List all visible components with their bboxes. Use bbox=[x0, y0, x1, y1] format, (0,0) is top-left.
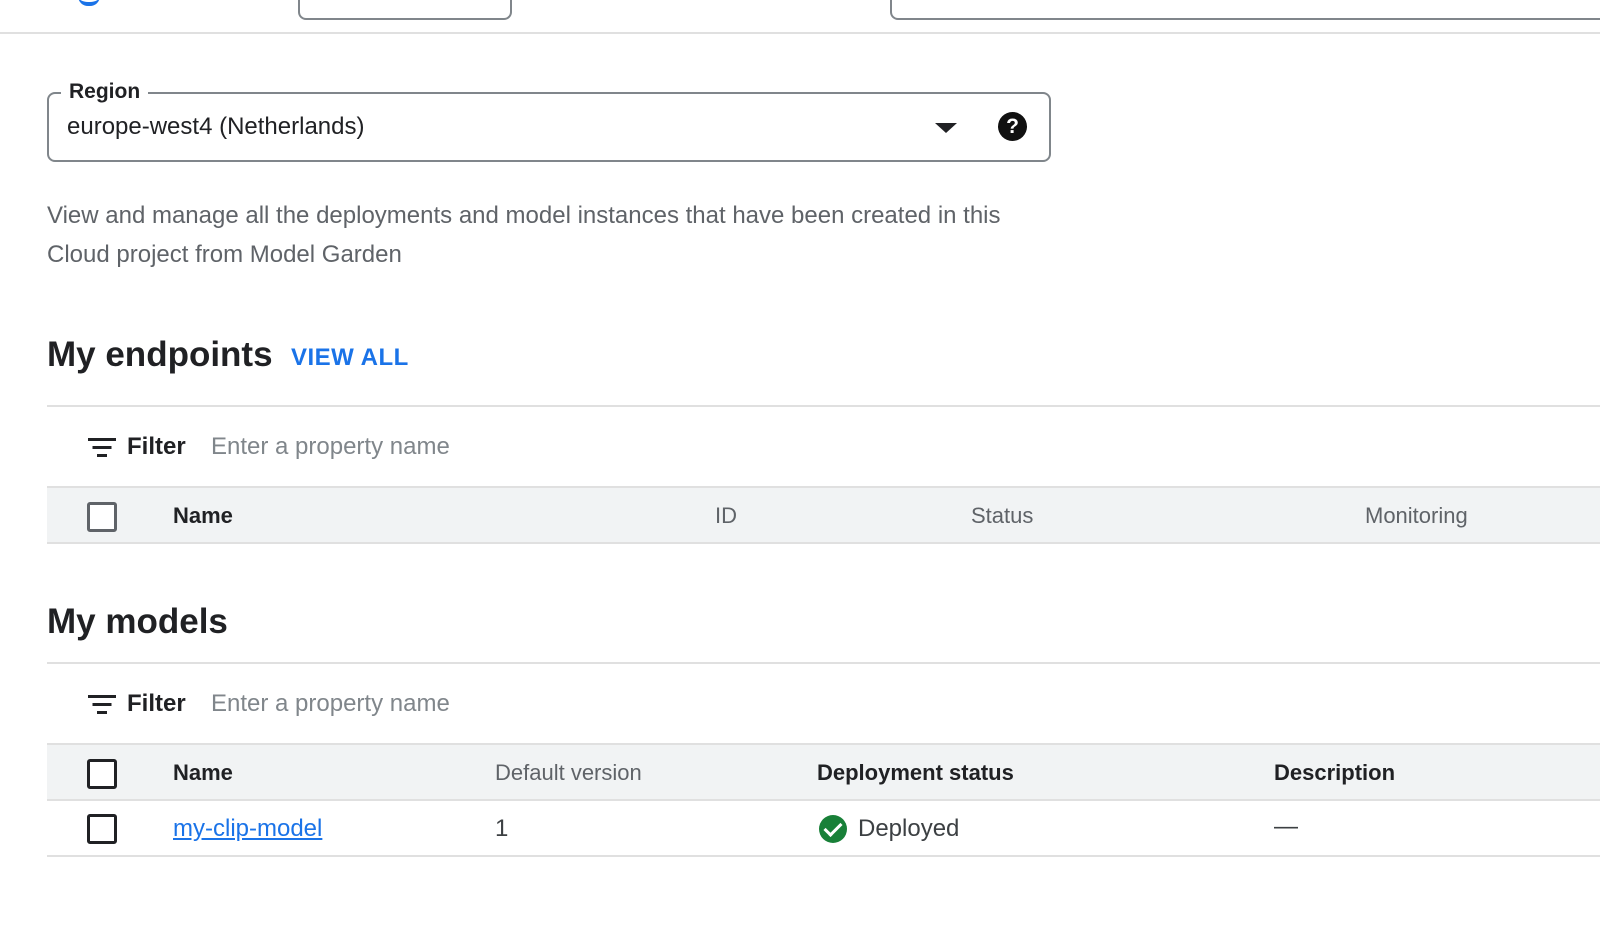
filter-label[interactable]: Filter bbox=[127, 432, 186, 462]
top-field-right[interactable] bbox=[890, 0, 1600, 20]
endpoints-filter-bar: Filter bbox=[47, 408, 1600, 486]
row-checkbox[interactable] bbox=[87, 814, 117, 844]
filter-icon[interactable] bbox=[88, 695, 116, 715]
default-version-value: 1 bbox=[495, 815, 509, 842]
chevron-down-icon[interactable] bbox=[935, 123, 957, 133]
page-description: View and manage all the deployments and … bbox=[47, 202, 1001, 268]
top-toolbar bbox=[0, 0, 1600, 34]
endpoints-table-header: Name ID Status Monitoring bbox=[47, 486, 1600, 544]
column-header-default-version[interactable]: Default version bbox=[495, 759, 642, 787]
column-header-status[interactable]: Status bbox=[971, 502, 1033, 530]
endpoints-title: My endpoints bbox=[47, 335, 273, 374]
active-tab-indicator bbox=[78, 0, 100, 6]
table-row: my-clip-model 1 Deployed — bbox=[47, 801, 1600, 857]
filter-label[interactable]: Filter bbox=[127, 689, 186, 719]
models-table-header: Name Default version Deployment status D… bbox=[47, 743, 1600, 801]
region-select[interactable]: Region europe-west4 (Netherlands) ? bbox=[47, 78, 1051, 162]
models-title: My models bbox=[47, 602, 228, 641]
help-icon[interactable]: ? bbox=[998, 112, 1027, 141]
model-name-link[interactable]: my-clip-model bbox=[173, 814, 322, 844]
models-filter-bar: Filter bbox=[47, 665, 1600, 743]
endpoints-filter-input[interactable] bbox=[211, 430, 811, 464]
column-header-name[interactable]: Name bbox=[173, 502, 233, 530]
filter-icon[interactable] bbox=[88, 438, 116, 458]
column-header-deployment-status[interactable]: Deployment status bbox=[817, 759, 1014, 787]
view-all-endpoints-link[interactable]: VIEW ALL bbox=[291, 343, 409, 373]
region-label: Region bbox=[61, 78, 149, 106]
divider bbox=[47, 405, 1600, 407]
column-header-monitoring[interactable]: Monitoring bbox=[1365, 502, 1468, 530]
select-all-checkbox[interactable] bbox=[87, 759, 117, 789]
top-field-left[interactable] bbox=[298, 0, 512, 20]
divider bbox=[47, 662, 1600, 664]
column-header-description[interactable]: Description bbox=[1274, 759, 1395, 787]
check-circle-icon bbox=[819, 815, 847, 843]
select-all-checkbox[interactable] bbox=[87, 502, 117, 532]
models-filter-input[interactable] bbox=[211, 687, 811, 721]
description-value: — bbox=[1274, 813, 1298, 840]
column-header-name[interactable]: Name bbox=[173, 759, 233, 787]
region-value[interactable]: europe-west4 (Netherlands) bbox=[67, 112, 364, 142]
column-header-id[interactable]: ID bbox=[715, 502, 737, 530]
deployment-status-value: Deployed bbox=[858, 815, 960, 842]
